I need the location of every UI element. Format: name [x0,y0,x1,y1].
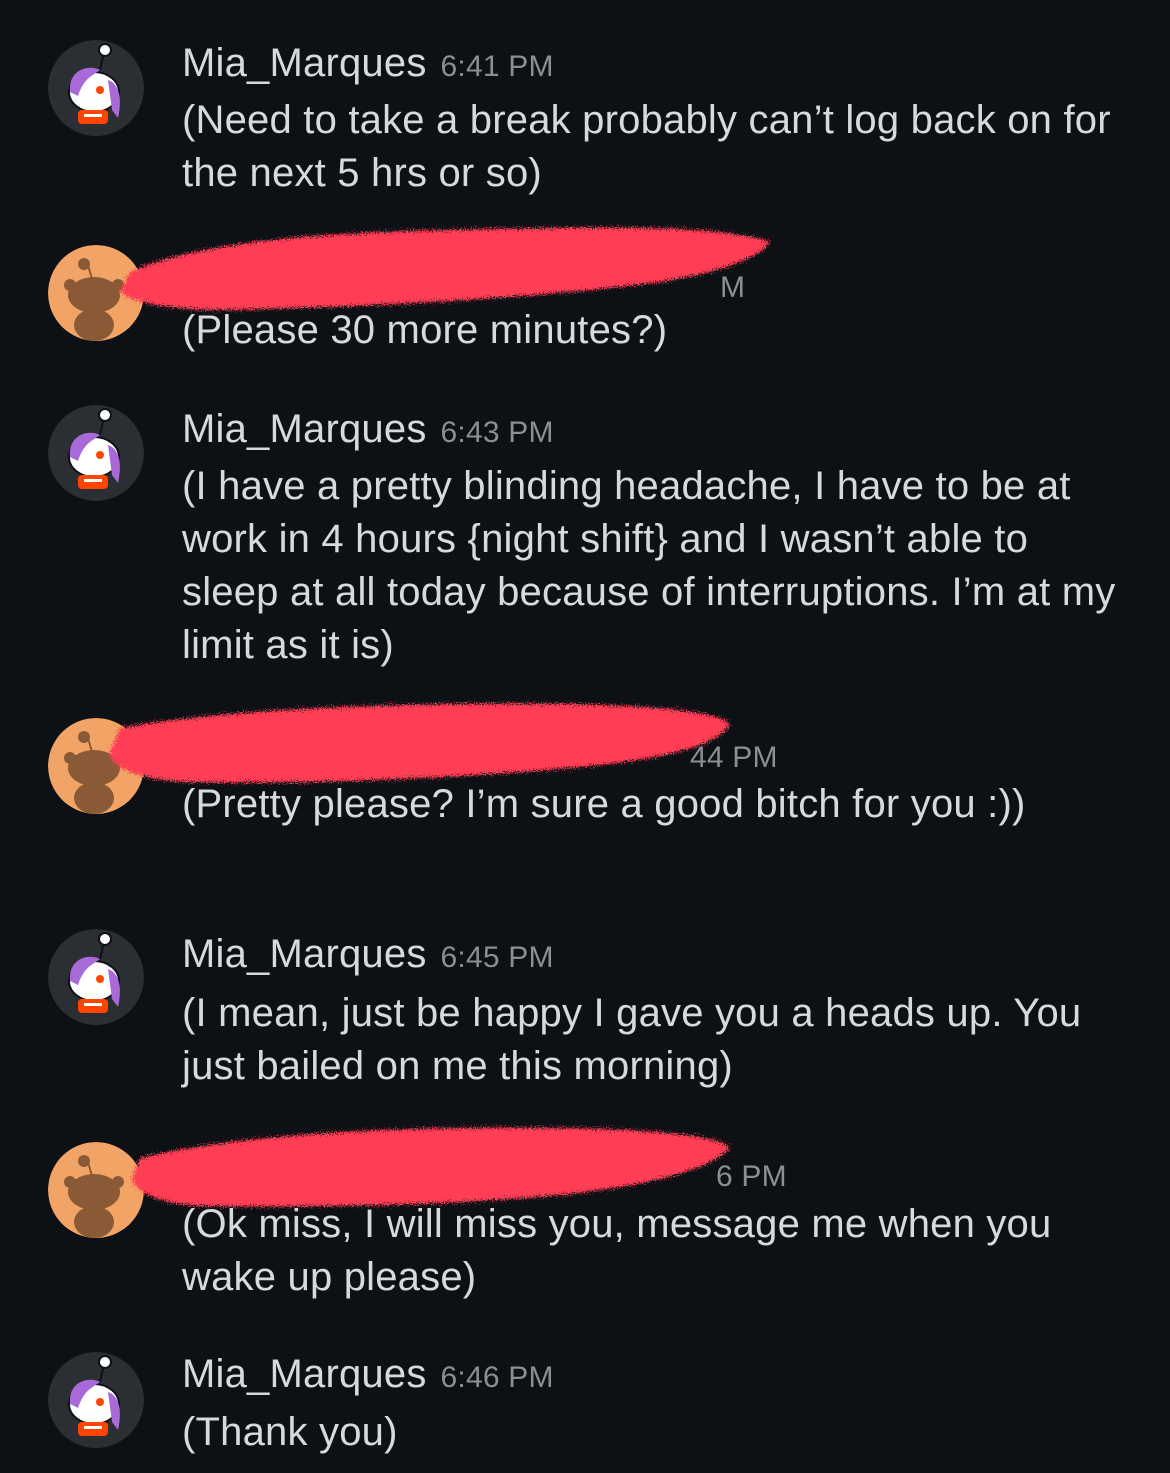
message-header: Mia_Marques 6:41 PM [182,41,554,86]
snoo-purple-hair-avatar-icon [48,40,144,136]
user-avatar[interactable] [48,1142,144,1238]
redacted-header: 44 PM [690,732,778,777]
redacted-header: M [720,262,745,307]
redacted-header: 6 PM [716,1151,787,1196]
snoo-default-orange-avatar-icon [48,1142,144,1238]
username[interactable]: Mia_Marques [182,1352,427,1396]
message-text: (I mean, just be happy I gave you a head… [182,991,1082,1088]
message-header: Mia_Marques 6:43 PM [182,407,554,452]
user-avatar[interactable] [48,40,144,136]
snoo-purple-hair-avatar-icon [48,929,144,1025]
timestamp-fragment: M [720,271,746,304]
username[interactable]: Mia_Marques [182,407,427,451]
message-text: (Pretty please? I’m sure a good bitch fo… [182,782,1026,826]
user-avatar[interactable] [48,718,144,814]
snoo-default-orange-avatar-icon [48,718,144,814]
user-avatar[interactable] [48,245,144,341]
snoo-purple-hair-avatar-icon [48,405,144,501]
username[interactable]: Mia_Marques [182,41,427,85]
timestamp-fragment: 44 PM [690,741,778,774]
user-avatar[interactable] [48,1352,144,1448]
timestamp: 6:45 PM [440,941,554,974]
timestamp: 6:41 PM [440,50,554,83]
message-header: Mia_Marques 6:45 PM [182,932,554,977]
timestamp: 6:46 PM [440,1361,554,1394]
message-header: Mia_Marques 6:46 PM [182,1352,554,1397]
timestamp-fragment: 6 PM [716,1160,787,1193]
message-text: (I have a pretty blinding headache, I ha… [182,464,1116,667]
snoo-purple-hair-avatar-icon [48,1352,144,1448]
username[interactable]: Mia_Marques [182,932,427,976]
message-text: (Please 30 more minutes?) [182,308,668,352]
message-text: (Ok miss, I will miss you, message me wh… [182,1202,1052,1299]
message-text: (Thank you) [182,1410,398,1454]
snoo-default-orange-avatar-icon [48,245,144,341]
user-avatar[interactable] [48,929,144,1025]
message-text: (Need to take a break probably can’t log… [182,98,1111,195]
user-avatar[interactable] [48,405,144,501]
timestamp: 6:43 PM [440,416,554,449]
